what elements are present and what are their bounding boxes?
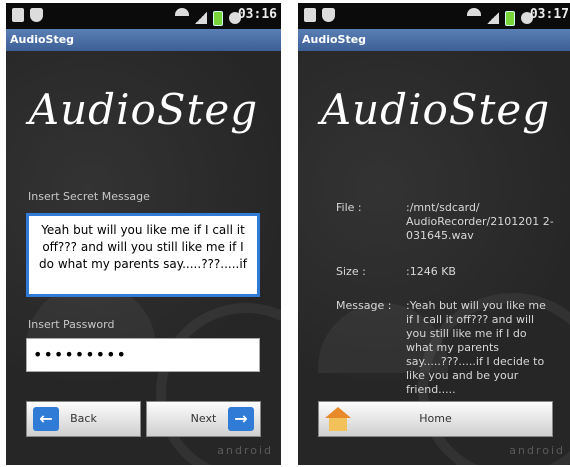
home-button[interactable]: Home (318, 401, 553, 437)
phone-screen-left: 03:16 AudioSteg AudioSteg Insert Secret … (6, 3, 281, 465)
app-logo: AudioSteg (28, 85, 259, 134)
status-bar: 03:17 (298, 3, 570, 29)
app-title-bar: AudioSteg (298, 29, 570, 51)
android-watermark-text: android (217, 444, 273, 457)
next-button[interactable]: Next → (146, 401, 261, 437)
home-button-label: Home (419, 412, 452, 425)
android-watermark-circle (156, 303, 281, 465)
shield-icon (30, 8, 43, 22)
app-title-bar: AudioSteg (6, 29, 281, 51)
battery-icon (505, 10, 515, 26)
sim-icon (12, 8, 24, 22)
next-arrow-icon: → (228, 407, 254, 431)
back-button[interactable]: ← Back (26, 401, 141, 437)
signal-icon (487, 12, 499, 24)
back-button-label: Back (70, 412, 97, 425)
phone-screen-right: 03:17 AudioSteg AudioSteg File : :/mnt/s… (298, 3, 570, 465)
status-time: 03:16 (237, 7, 277, 22)
password-label: Insert Password (28, 318, 115, 331)
shield-icon (322, 8, 335, 22)
status-time: 03:17 (529, 7, 569, 22)
home-icon (325, 407, 351, 431)
message-label: Message : (336, 299, 392, 312)
secret-message-label: Insert Secret Message (28, 190, 150, 203)
app-logo: AudioSteg (320, 85, 551, 134)
android-watermark-text: android (509, 444, 565, 457)
message-value: :Yeah but will you like me if I call it … (406, 299, 546, 396)
wifi-icon (467, 8, 481, 28)
password-input[interactable]: ••••••••• (26, 338, 260, 372)
secret-message-input[interactable]: Yeah but will you like me if I call it o… (26, 213, 260, 297)
back-arrow-icon: ← (33, 407, 59, 431)
size-value: :1246 KB (406, 265, 456, 278)
next-button-label: Next (190, 412, 217, 425)
file-value: :/mnt/sdcard/ AudioRecorder/2101201 2-03… (406, 201, 554, 242)
size-label: Size : (336, 265, 366, 278)
file-label: File : (336, 201, 362, 214)
wifi-icon (175, 8, 189, 28)
battery-icon (213, 10, 223, 26)
status-bar: 03:16 (6, 3, 281, 29)
sim-icon (304, 8, 316, 22)
signal-icon (195, 12, 207, 24)
